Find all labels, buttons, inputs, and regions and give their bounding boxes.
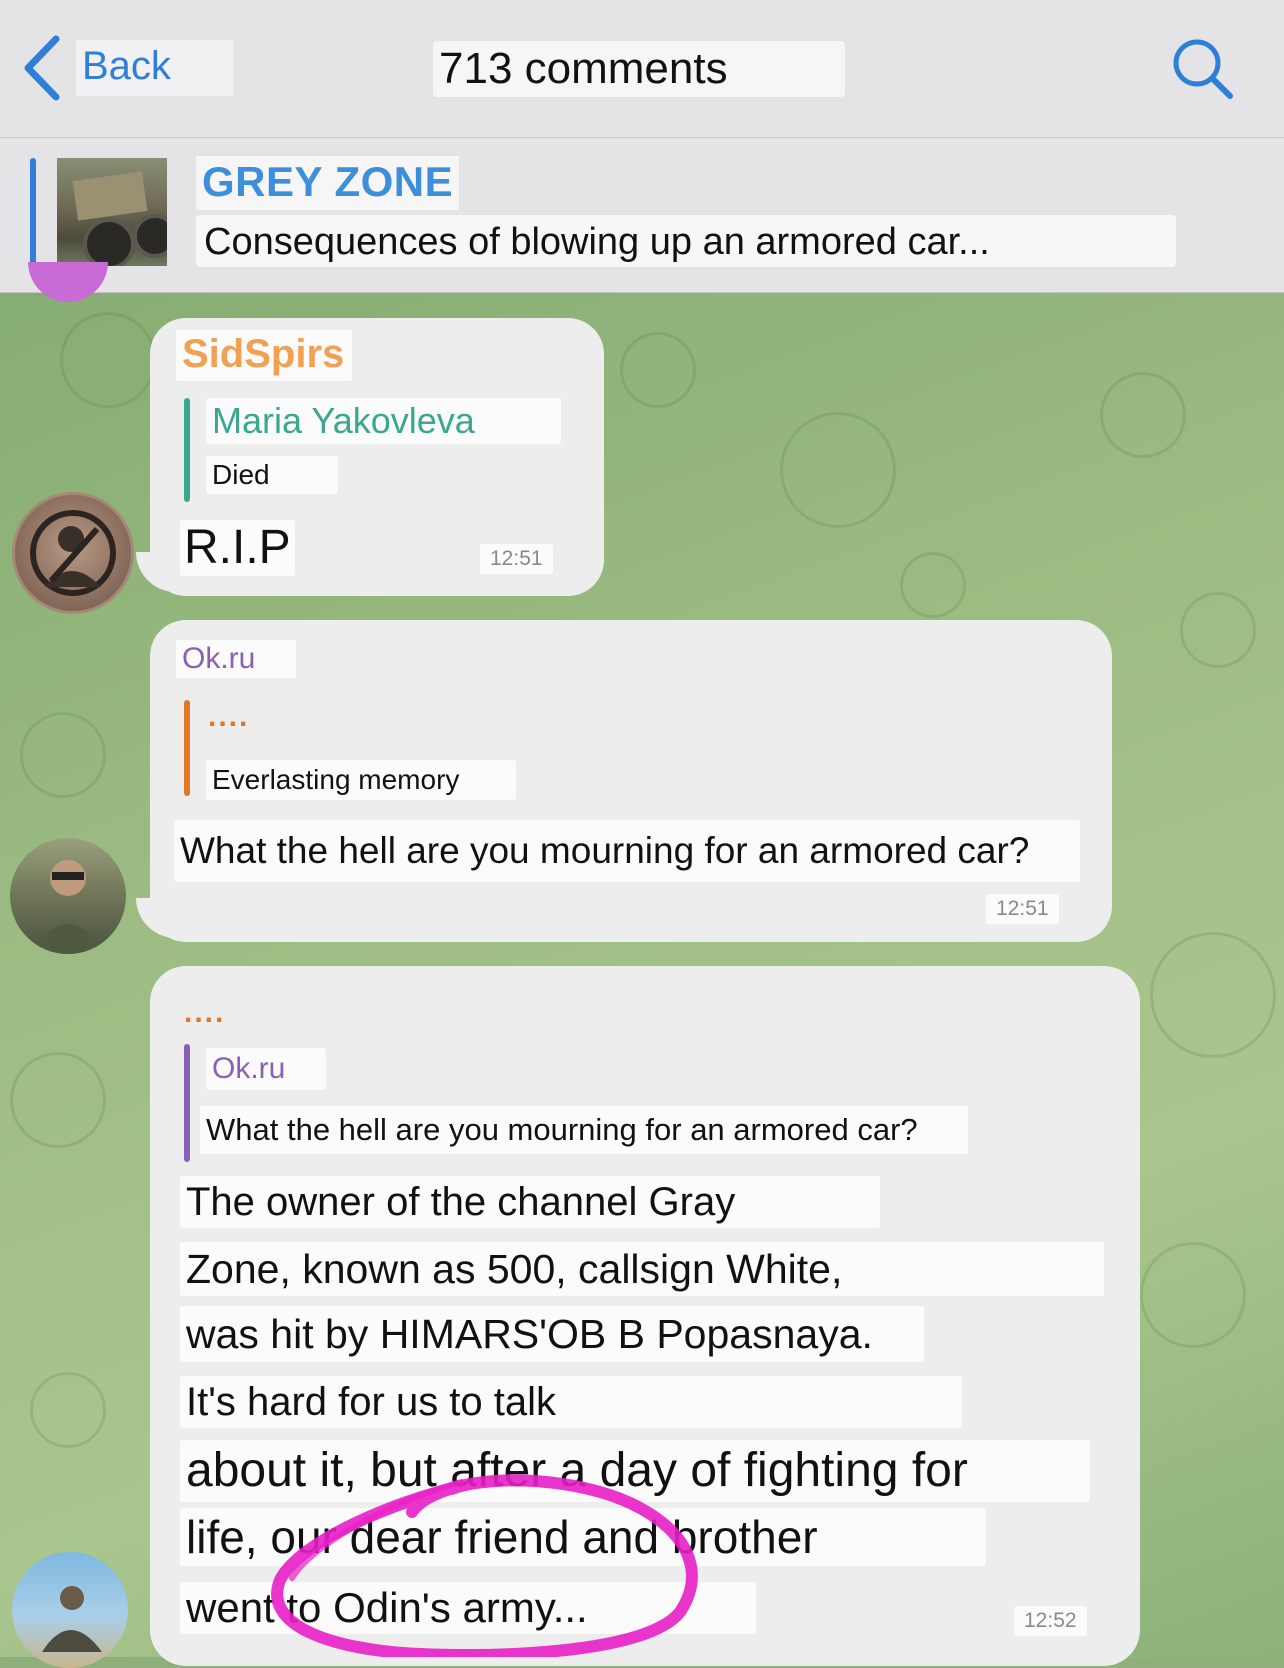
user-avatar-icon <box>42 1586 102 1652</box>
message-line: Zone, known as 500, callsign White, <box>180 1242 1104 1296</box>
search-button[interactable] <box>1170 36 1236 107</box>
reply-quote-bar <box>184 700 190 796</box>
chevron-left-icon <box>24 35 60 101</box>
reply-author[interactable]: Maria Yakovleva <box>206 398 561 444</box>
reply-text: Everlasting memory <box>206 760 516 800</box>
back-label: Back <box>76 40 233 96</box>
message-text: What the hell are you mourning for an ar… <box>174 820 1080 882</box>
message-time: 12:52 <box>1014 1606 1087 1636</box>
pinned-accent-bar <box>30 158 36 270</box>
message-line: about it, but after a day of fighting fo… <box>180 1440 1090 1502</box>
reply-quote-bar <box>184 398 190 502</box>
avatar[interactable] <box>12 492 134 614</box>
message-time: 12:51 <box>986 894 1059 924</box>
message-line: It's hard for us to talk <box>180 1376 962 1428</box>
back-button[interactable]: Back <box>22 35 233 101</box>
user-avatar-icon <box>30 510 116 596</box>
message-line: life, our dear friend and brother <box>180 1508 986 1566</box>
message-bubble[interactable]: .... Ok.ru What the hell are you mournin… <box>150 966 1140 1666</box>
search-icon <box>1173 39 1233 99</box>
message-sender[interactable]: .... <box>184 996 225 1030</box>
reply-author[interactable]: Ok.ru <box>206 1048 326 1090</box>
navigation-bar: Back 713 comments <box>0 0 1284 138</box>
reply-text: What the hell are you mourning for an ar… <box>200 1106 968 1154</box>
message-bubble[interactable]: SidSpirs Maria Yakovleva Died R.I.P 12:5… <box>150 318 604 596</box>
avatar[interactable] <box>10 838 126 954</box>
message-sender[interactable]: Ok.ru <box>176 640 296 678</box>
pinned-post[interactable]: GREY ZONE Consequences of blowing up an … <box>0 138 1284 293</box>
post-thumbnail <box>57 158 167 266</box>
user-avatar-icon <box>30 860 106 954</box>
pinned-post-text: Consequences of blowing up an armored ca… <box>196 215 1176 267</box>
reply-author[interactable]: .... <box>208 700 249 734</box>
message-line: was hit by HIMARS'OB B Popasnaya. <box>180 1306 924 1362</box>
message-time: 12:51 <box>480 544 553 574</box>
avatar[interactable] <box>12 1552 128 1668</box>
message-bubble[interactable]: Ok.ru .... Everlasting memory What the h… <box>150 620 1112 942</box>
message-text: R.I.P <box>180 520 295 576</box>
message-line: went to Odin's army... <box>180 1582 756 1634</box>
reply-quote-bar <box>184 1044 190 1162</box>
message-line: The owner of the channel Gray <box>180 1176 880 1228</box>
reply-text: Died <box>206 456 338 494</box>
channel-name: GREY ZONE <box>196 156 460 210</box>
page-title: 713 comments <box>433 41 845 97</box>
message-sender[interactable]: SidSpirs <box>176 330 353 381</box>
